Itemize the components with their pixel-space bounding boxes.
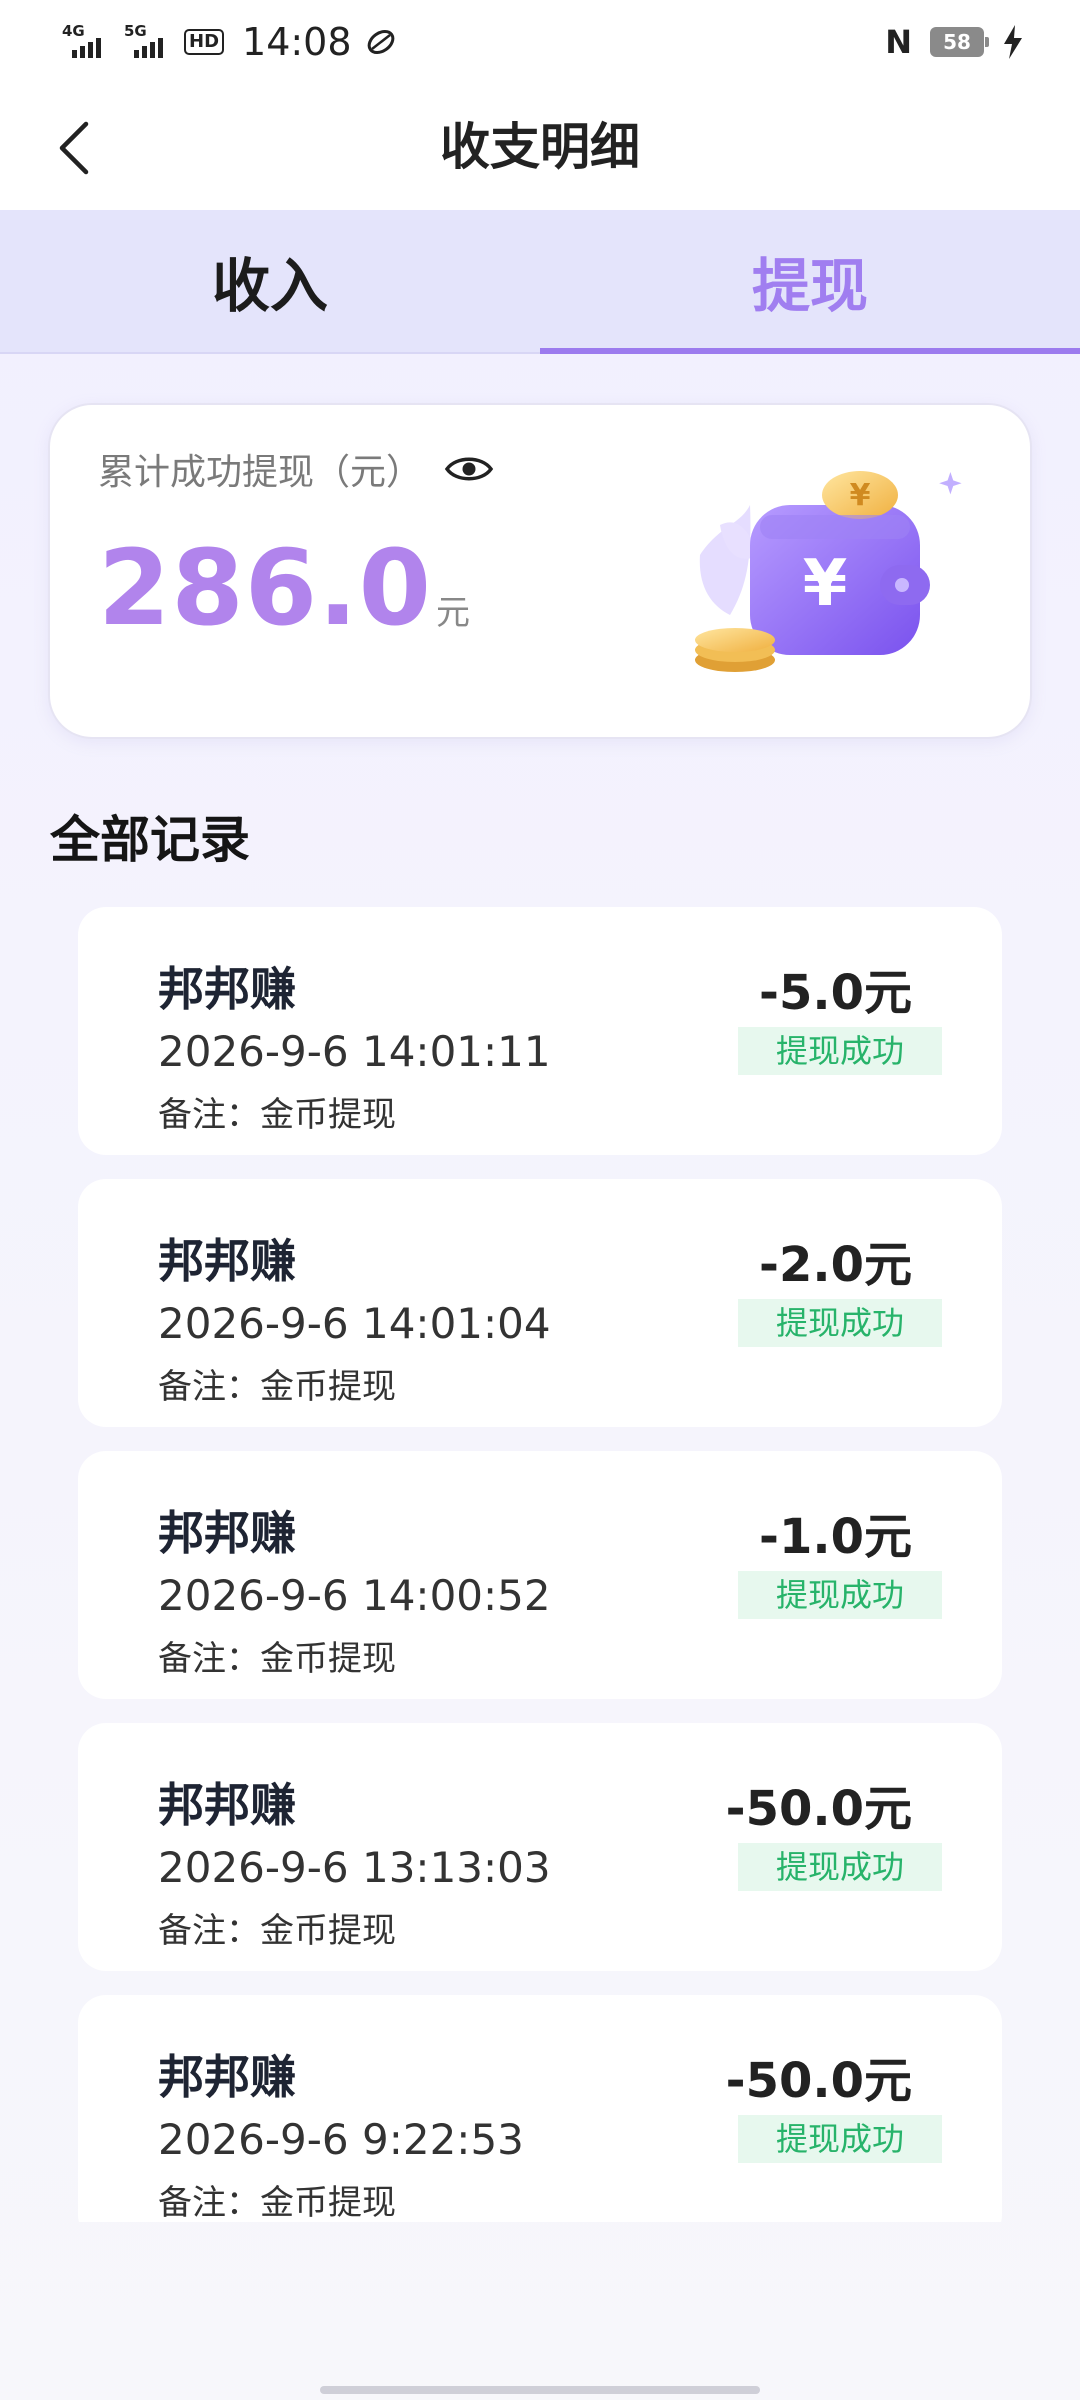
svg-text:¥: ¥ — [803, 547, 848, 621]
page-title: 收支明细 — [440, 118, 640, 176]
record-amount: -1.0元 — [759, 1509, 912, 1565]
svg-text:¥: ¥ — [850, 478, 871, 513]
tab-income[interactable]: 收入 — [0, 210, 540, 352]
signal-sim2-icon: 5G — [122, 22, 170, 60]
status-bar: 4G 5G HD 14:08 N 58 — [0, 0, 1080, 84]
record-amount: -50.0元 — [725, 1781, 912, 1837]
record-time: 2026-9-6 14:00:52 — [158, 1571, 551, 1620]
status-badge: 提现成功 — [738, 2115, 942, 2163]
status-badge: 提现成功 — [738, 1571, 942, 1619]
home-indicator[interactable] — [320, 2386, 760, 2394]
record-merchant: 邦邦赚 — [158, 2050, 296, 2104]
record-time: 2026-9-6 13:13:03 — [158, 1843, 551, 1892]
tab-withdraw-label: 提现 — [751, 252, 868, 320]
list-item[interactable]: 邦邦赚 2026-9-6 9:22:53 备注：金币提现 -50.0元 提现成功 — [78, 1995, 1002, 2222]
summary-label: 累计成功提现（元） — [98, 452, 423, 493]
record-amount: -5.0元 — [759, 965, 912, 1021]
nav-bar: 收支明细 — [0, 84, 1080, 210]
record-time: 2026-9-6 14:01:04 — [158, 1299, 551, 1348]
record-merchant: 邦邦赚 — [158, 1778, 296, 1832]
list-item[interactable]: 邦邦赚 2026-9-6 14:01:04 备注：金币提现 -2.0元 提现成功 — [78, 1179, 1002, 1427]
hd-voice-icon: HD — [184, 29, 225, 55]
status-left: 4G 5G HD 14:08 — [60, 20, 396, 64]
record-note: 备注：金币提现 — [158, 1639, 396, 1679]
charging-icon — [1004, 25, 1022, 59]
tab-income-label: 收入 — [211, 252, 328, 320]
status-badge: 提现成功 — [738, 1843, 942, 1891]
summary-label-row: 累计成功提现（元） — [98, 443, 494, 495]
active-tab-indicator — [540, 348, 1080, 354]
record-note: 备注：金币提现 — [158, 2183, 396, 2222]
record-note: 备注：金币提现 — [158, 1095, 396, 1135]
amount-row: 286.0 元 — [98, 527, 470, 649]
tab-withdraw[interactable]: 提现 — [540, 210, 1080, 354]
status-badge: 提现成功 — [738, 1299, 942, 1347]
status-badge: 提现成功 — [738, 1027, 942, 1075]
battery-icon: 58 — [930, 27, 989, 57]
records-section-title: 全部记录 — [50, 811, 250, 869]
record-amount: -2.0元 — [759, 1237, 912, 1293]
record-time: 2026-9-6 9:22:53 — [158, 2115, 524, 2164]
record-time: 2026-9-6 14:01:11 — [158, 1027, 551, 1076]
record-merchant: 邦邦赚 — [158, 962, 296, 1016]
nfc-icon: N — [885, 23, 912, 61]
total-withdraw-amount: 286.0 — [98, 527, 432, 649]
list-item[interactable]: 邦邦赚 2026-9-6 14:01:11 备注：金币提现 -5.0元 提现成功 — [78, 907, 1002, 1155]
status-right: N 58 — [885, 23, 1024, 61]
record-amount: -50.0元 — [725, 2053, 912, 2109]
list-item[interactable]: 邦邦赚 2026-9-6 13:13:03 备注：金币提现 -50.0元 提现成… — [78, 1723, 1002, 1971]
signal-sim1-icon: 4G — [60, 22, 108, 60]
record-note: 备注：金币提现 — [158, 1911, 396, 1951]
amount-unit: 元 — [435, 593, 470, 633]
wallet-icon: ¥ ¥ — [695, 471, 962, 672]
withdraw-summary-card: 累计成功提现（元） 286.0 元 ¥ ¥ — [48, 403, 1032, 739]
record-merchant: 邦邦赚 — [158, 1234, 296, 1288]
list-item[interactable]: 邦邦赚 2026-9-6 14:00:52 备注：金币提现 -1.0元 提现成功 — [78, 1451, 1002, 1699]
tab-bar: 收入 提现 — [0, 210, 1080, 354]
status-time: 14:08 — [242, 20, 352, 64]
record-list[interactable]: 邦邦赚 2026-9-6 14:01:11 备注：金币提现 -5.0元 提现成功… — [78, 907, 1002, 2222]
record-note: 备注：金币提现 — [158, 1367, 396, 1407]
record-merchant: 邦邦赚 — [158, 1506, 296, 1560]
leaf-icon — [367, 30, 394, 54]
eye-icon[interactable] — [444, 453, 494, 485]
